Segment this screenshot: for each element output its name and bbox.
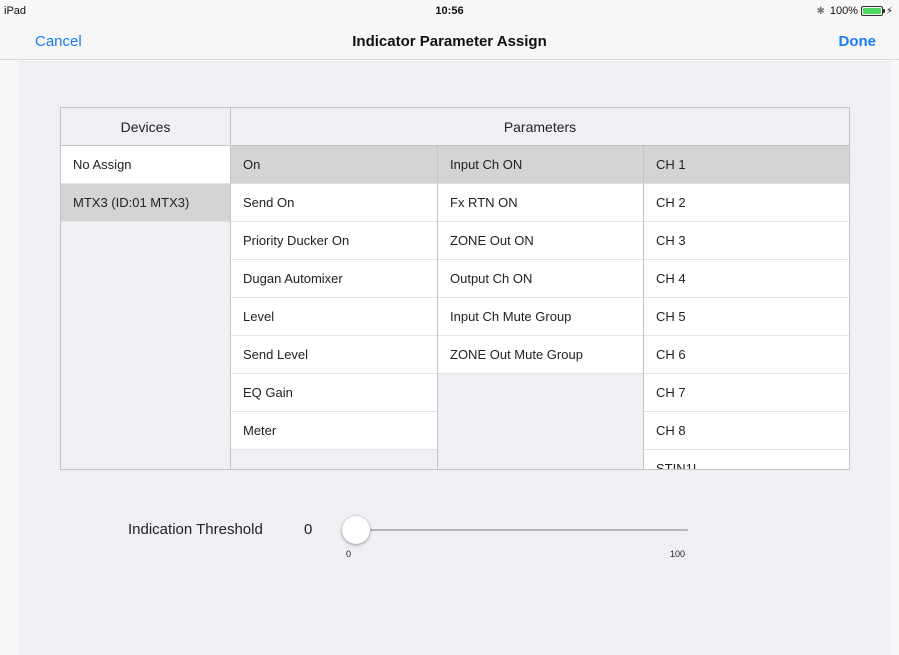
parameter-group-list: On Send On Priority Ducker On Dugan Automix… [231, 146, 438, 469]
channel-row[interactable]: STIN1L [644, 450, 849, 469]
assign-table: Devices No Assign MTX3 (ID:01 MTX3) Param… [60, 107, 850, 470]
parameter-group-row[interactable]: Level [231, 298, 437, 336]
channel-row[interactable]: CH 4 [644, 260, 849, 298]
status-bar: iPad 10:56 ✱ 100% ⚡ [0, 0, 899, 22]
parameter-group-row[interactable]: Priority Ducker On [231, 222, 437, 260]
channel-row[interactable]: CH 6 [644, 336, 849, 374]
parameter-group-row[interactable]: Send On [231, 184, 437, 222]
parameter-group-row[interactable]: On [231, 146, 437, 184]
parameter-group-row[interactable]: Meter [231, 412, 437, 450]
threshold-value: 0 [304, 521, 313, 538]
parameter-type-list: Input Ch ON Fx RTN ON ZONE Out ON Output Ch… [438, 146, 644, 469]
devices-column: Devices No Assign MTX3 (ID:01 MTX3) [61, 108, 231, 469]
battery-icon [860, 6, 885, 16]
slider-max-label: 100 [670, 549, 686, 559]
channel-row[interactable]: CH 1 [644, 146, 849, 184]
charging-icon: ⚡ [885, 5, 893, 17]
parameter-type-row[interactable]: ZONE Out Mute Group [438, 336, 643, 374]
battery-percent: 100% [829, 5, 858, 17]
parameters-header: Parameters [231, 108, 849, 146]
status-right-group: ✱ 100% ⚡ [816, 5, 893, 17]
device-row[interactable]: MTX3 (ID:01 MTX3) [61, 184, 230, 222]
threshold-slider[interactable] [342, 516, 690, 544]
channel-row[interactable]: CH 2 [644, 184, 849, 222]
device-row[interactable]: No Assign [61, 146, 230, 184]
bluetooth-icon: ✱ [816, 5, 825, 17]
parameter-type-row[interactable]: Input Ch Mute Group [438, 298, 643, 336]
slider-min-label: 0 [346, 549, 352, 559]
done-button[interactable]: Done [839, 33, 877, 50]
page-title: Indicator Parameter Assign [352, 33, 547, 50]
parameter-group-row[interactable]: EQ Gain [231, 374, 437, 412]
parameter-group-row[interactable]: Dugan Automixer [231, 260, 437, 298]
channel-row[interactable]: CH 8 [644, 412, 849, 450]
channel-row[interactable]: CH 7 [644, 374, 849, 412]
parameter-type-row[interactable]: Input Ch ON [438, 146, 643, 184]
nav-bar: Cancel Indicator Parameter Assign Done [0, 22, 899, 60]
channel-list: CH 1 CH 2 CH 3 CH 4 CH 5 CH 6 CH 7 CH 8 STIN1L [644, 146, 849, 469]
parameter-group-row[interactable]: Send Level [231, 336, 437, 374]
content-area: Devices No Assign MTX3 (ID:01 MTX3) Param… [18, 61, 891, 655]
status-time: 10:56 [435, 5, 464, 17]
parameter-type-row[interactable]: Fx RTN ON [438, 184, 643, 222]
devices-header: Devices [61, 108, 230, 146]
screen: iPad 10:56 ✱ 100% ⚡ Cancel Indicator Par… [0, 0, 899, 655]
parameter-type-row[interactable]: Output Ch ON [438, 260, 643, 298]
slider-track[interactable] [352, 529, 688, 531]
battery-fill [862, 8, 881, 14]
channel-row[interactable]: CH 5 [644, 298, 849, 336]
devices-list: No Assign MTX3 (ID:01 MTX3) [61, 146, 230, 222]
threshold-label: Indication Threshold [128, 521, 263, 538]
battery-nub [882, 9, 885, 13]
slider-thumb[interactable] [342, 516, 370, 544]
channel-row[interactable]: CH 3 [644, 222, 849, 260]
parameter-type-row[interactable]: ZONE Out ON [438, 222, 643, 260]
